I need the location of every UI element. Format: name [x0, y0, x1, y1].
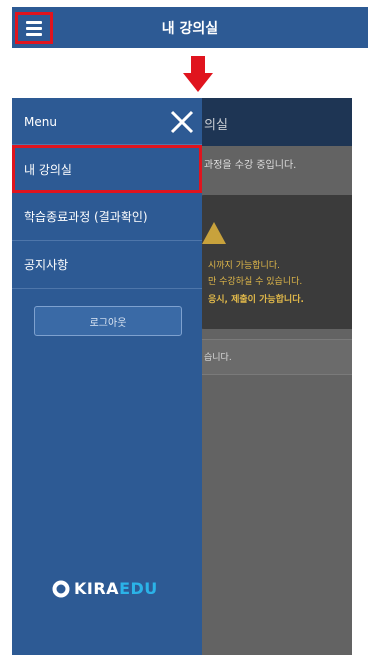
hamburger-menu-button[interactable]: [15, 12, 53, 44]
drawer-header: Menu: [12, 98, 202, 145]
drawer-open-screen: 의실 과정을 수강 중입니다. 시까지 가능합니다. 만 수강하실 수 있습니다…: [12, 98, 352, 655]
drawer-item-my-classroom[interactable]: 내 강의실: [12, 145, 202, 193]
logout-button[interactable]: 로그아웃: [34, 306, 182, 336]
app-header: 내 강의실: [12, 7, 368, 48]
logout-button-label: 로그아웃: [89, 317, 127, 329]
navigation-drawer: Menu 내 강의실 학습종료과정 (결과확인) 공지사항 로그아웃 KIRAE…: [12, 98, 202, 655]
down-arrow-icon: [183, 56, 213, 92]
menu-icon-bar: [26, 32, 42, 36]
drawer-item-label: 내 강의실: [24, 162, 72, 177]
menu-icon-bar: [26, 26, 42, 30]
background-status-text: 과정을 수강 중입니다.: [204, 160, 297, 171]
menu-icon: [26, 20, 42, 24]
background-warning-line: 응시, 제출이 가능합니다.: [208, 295, 304, 305]
drawer-item-label: 공지사항: [24, 258, 69, 272]
page-title: 내 강의실: [161, 20, 219, 37]
background-title: 의실: [204, 118, 228, 133]
logo-prefix: KIRA: [74, 579, 120, 598]
logo-ring-icon: [52, 580, 70, 597]
warning-icon: [202, 222, 226, 244]
background-card-text: 습니다.: [204, 353, 232, 363]
logo-suffix: EDU: [119, 579, 158, 598]
background-warning-line: 만 수강하실 수 있습니다.: [208, 277, 303, 287]
drawer-item-completed-courses[interactable]: 학습종료과정 (결과확인): [12, 193, 202, 241]
drawer-item-notices[interactable]: 공지사항: [12, 241, 202, 289]
drawer-menu-label: Menu: [24, 115, 57, 129]
close-drawer-button[interactable]: [170, 110, 194, 134]
logo-text: KIRAEDU: [74, 579, 158, 598]
close-icon: [170, 110, 194, 134]
background-warning-line: 시까지 가능합니다.: [208, 261, 280, 271]
drawer-item-label: 학습종료과정 (결과확인): [24, 210, 148, 224]
kiraedu-logo: KIRAEDU: [52, 579, 158, 598]
